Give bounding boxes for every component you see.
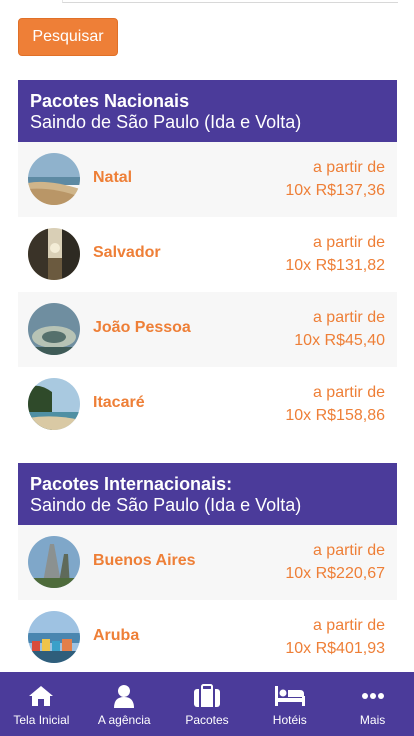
price-prefix: a partir de [312, 234, 385, 251]
suitcase-icon [193, 684, 220, 707]
price-block: a partir de 10x R$401,93 [285, 614, 385, 660]
national-packages-section: Pacotes Nacionais Saindo de São Paulo (I… [18, 80, 397, 442]
search-button[interactable]: Pesquisar [18, 18, 118, 56]
price-value: 10x R$401,93 [285, 640, 385, 657]
package-row-natal[interactable]: Natal a partir de 10x R$137,36 [18, 142, 397, 217]
nav-item-packages[interactable]: Pacotes [166, 672, 249, 736]
price-prefix: a partir de [312, 542, 385, 559]
nav-item-more[interactable]: Mais [331, 672, 414, 736]
price-value: 10x R$220,67 [285, 565, 385, 582]
package-row-salvador[interactable]: Salvador a partir de 10x R$131,82 [18, 217, 397, 292]
price-block: a partir de 10x R$45,40 [294, 306, 385, 352]
nav-label: Pacotes [185, 713, 229, 727]
section-title: Pacotes Internacionais: [30, 474, 233, 494]
price-prefix: a partir de [312, 384, 385, 401]
destination-name: Salvador [93, 244, 161, 261]
destination-photo [28, 228, 80, 280]
price-block: a partir de 10x R$131,82 [285, 231, 385, 277]
user-icon [114, 685, 135, 708]
bottom-nav: Tela Inicial A agência Pacotes Hotéis Ma… [0, 672, 414, 736]
price-block: a partir de 10x R$137,36 [285, 156, 385, 202]
destination-name: Aruba [93, 627, 140, 644]
package-row-joao-pessoa[interactable]: João Pessoa a partir de 10x R$45,40 [18, 292, 397, 367]
price-block: a partir de 10x R$158,86 [285, 381, 385, 427]
section-subtitle: Saindo de São Paulo (Ida e Volta) [30, 495, 302, 515]
price-prefix: a partir de [312, 309, 385, 326]
nav-item-agency[interactable]: A agência [83, 672, 166, 736]
nav-label: Mais [359, 713, 386, 727]
section-title: Pacotes Nacionais [30, 91, 190, 111]
section-subtitle: Saindo de São Paulo (Ida e Volta) [30, 112, 302, 132]
price-value: 10x R$45,40 [294, 332, 385, 349]
nav-item-hotels[interactable]: Hotéis [248, 672, 331, 736]
destination-name: Buenos Aires [93, 552, 196, 569]
search-field-edge[interactable] [62, 0, 398, 3]
home-icon [29, 686, 54, 706]
package-row-buenos-aires[interactable]: Buenos Aires a partir de 10x R$220,67 [18, 525, 397, 600]
international-packages-section: Pacotes Internacionais: Saindo de São Pa… [18, 463, 397, 675]
bed-icon [274, 686, 305, 706]
section-header: Pacotes Internacionais: Saindo de São Pa… [18, 463, 397, 525]
more-icon [361, 693, 384, 699]
price-block: a partir de 10x R$220,67 [285, 539, 385, 585]
section-header: Pacotes Nacionais Saindo de São Paulo (I… [18, 80, 397, 142]
price-value: 10x R$131,82 [285, 257, 385, 274]
nav-item-home[interactable]: Tela Inicial [0, 672, 83, 736]
nav-label: Tela Inicial [13, 713, 70, 727]
destination-photo [28, 536, 80, 588]
destination-photo [28, 378, 80, 430]
price-prefix: a partir de [312, 159, 385, 176]
destination-name: Natal [93, 169, 133, 186]
package-row-aruba[interactable]: Aruba a partir de 10x R$401,93 [18, 600, 397, 675]
destination-name: João Pessoa [93, 319, 191, 336]
nav-label: Hotéis [272, 713, 307, 727]
nav-label: A agência [97, 713, 151, 727]
destination-photo [28, 303, 80, 355]
price-value: 10x R$158,86 [285, 407, 385, 424]
price-value: 10x R$137,36 [285, 182, 385, 199]
destination-photo [28, 153, 80, 205]
package-row-itacare[interactable]: Itacaré a partir de 10x R$158,86 [18, 367, 397, 442]
destination-photo [28, 611, 80, 663]
price-prefix: a partir de [312, 617, 385, 634]
destination-name: Itacaré [93, 394, 145, 411]
